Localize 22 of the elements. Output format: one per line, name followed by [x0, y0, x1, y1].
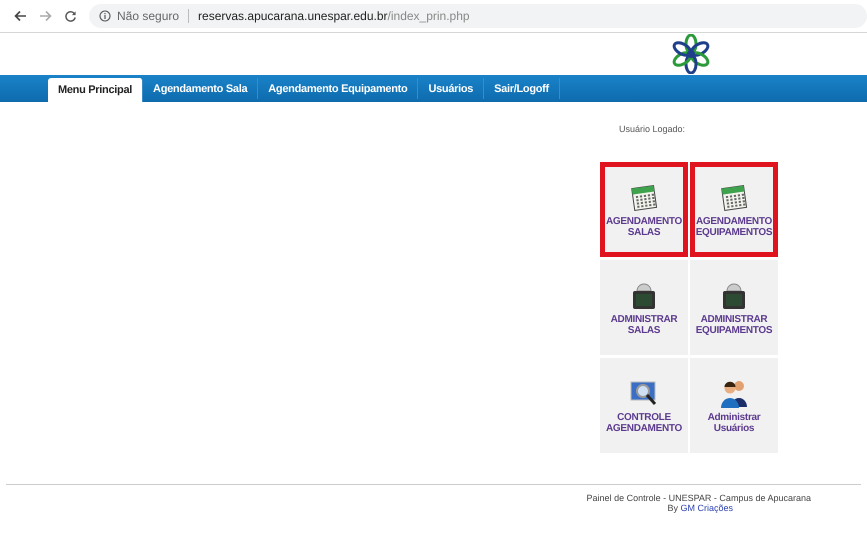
- back-icon[interactable]: [14, 10, 27, 22]
- menu-tile[interactable]: AGENDAMENTO SALAS: [600, 162, 688, 257]
- nav-tab[interactable]: Menu Principal: [48, 78, 144, 102]
- reload-icon[interactable]: [64, 10, 77, 22]
- menu-tile[interactable]: ADMINISTRAR SALAS: [600, 260, 688, 355]
- nav-tab[interactable]: Usuários: [418, 78, 484, 99]
- menu-tile[interactable]: Administrar Usuários: [690, 358, 778, 453]
- nav-tab[interactable]: Agendamento Sala: [143, 78, 258, 99]
- info-icon: [99, 10, 111, 22]
- by-label: By: [667, 503, 678, 513]
- url-text: reservas.apucarana.unespar.edu.br/index_prin.php: [198, 9, 470, 23]
- security-label: Não seguro: [117, 9, 180, 23]
- menu-tile[interactable]: ADMINISTRAR EQUIPAMENTOS: [690, 260, 778, 355]
- author-link[interactable]: GM Criações: [680, 503, 733, 513]
- menu-tile[interactable]: AGENDAMENTO EQUIPAMENTOS: [690, 162, 778, 257]
- menu-tile[interactable]: CONTROLE AGENDAMENTO: [600, 358, 688, 453]
- footer-text: Painel de Controle - UNESPAR - Campus de Apucarana: [586, 493, 811, 503]
- nav-tab[interactable]: Agendamento Equipamento: [258, 78, 418, 99]
- logo-icon: [671, 34, 711, 74]
- user-label: Usuário Logado:: [619, 124, 686, 134]
- address-bar[interactable]: Não seguro reservas.apucarana.unespar.edu.br/index_prin.php: [89, 4, 867, 28]
- nav-tab[interactable]: Sair/Logoff: [484, 78, 560, 99]
